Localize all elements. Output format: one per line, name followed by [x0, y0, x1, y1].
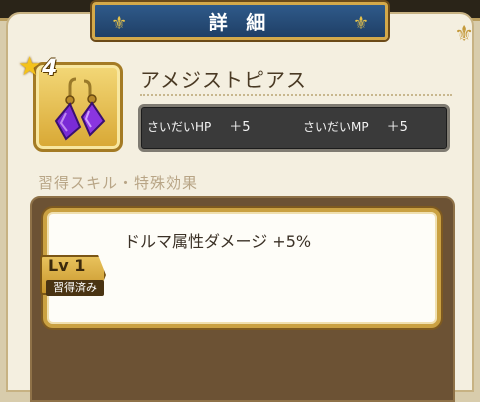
skill-status: 習得済み [46, 280, 104, 296]
stat-value: ＋5 [229, 120, 251, 135]
stats-box: さいだいHP ＋5 さいだいMP ＋5 [138, 104, 450, 152]
stat-value: ＋5 [386, 120, 408, 135]
stat-label: さいだいMP [303, 120, 369, 134]
skill-effect-text: ドルマ属性ダメージ +5% [124, 232, 312, 251]
title-banner: ⚜ 詳 細 ⚜ [92, 2, 388, 40]
star-icon: ★ [18, 52, 42, 82]
stat-label: さいだいHP [147, 120, 212, 134]
skill-level: Lv 1 [48, 256, 86, 275]
stat-mp: さいだいMP ＋5 [303, 116, 408, 135]
item-name: アメジストピアス [140, 68, 307, 92]
name-divider [140, 94, 452, 96]
stat-hp: さいだいHP ＋5 [147, 116, 251, 135]
section-label: 習得スキル・特殊効果 [38, 174, 199, 192]
rarity-value: 4 [42, 56, 58, 81]
rarity-badge: ★ 4 [18, 54, 68, 82]
fleur-de-lis-icon: ⚜ [454, 22, 474, 47]
fleur-de-lis-icon: ⚜ [352, 13, 369, 34]
fleur-de-lis-icon: ⚜ [111, 13, 128, 34]
page-title: 詳 細 [208, 11, 272, 34]
